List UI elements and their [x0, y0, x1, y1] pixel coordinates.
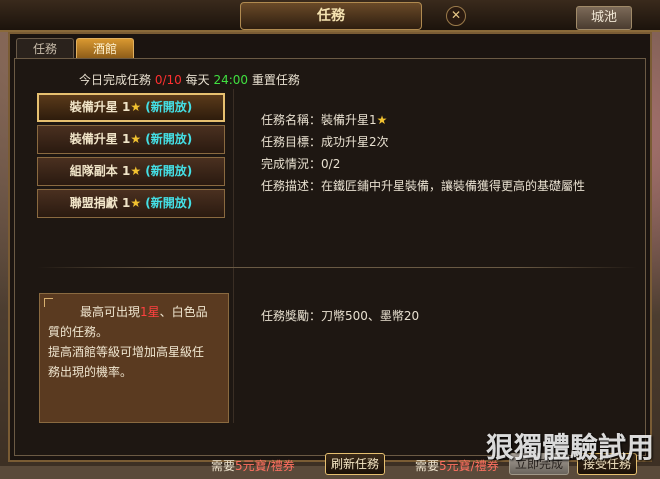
quest-name: 組隊副本	[69, 164, 118, 178]
reward-value: 刀幣500、墨幣20	[321, 309, 420, 323]
quest-new-tag: (新開放)	[145, 100, 193, 114]
detail-name-label: 任務名稱：	[261, 113, 322, 127]
detail-name-row: 任務名稱：裝備升星1★	[261, 109, 585, 131]
detail-goal-value: 成功升星2次	[321, 135, 389, 149]
daily-every-day: 每天	[185, 73, 210, 87]
quest-details: 任務名稱：裝備升星1★ 任務目標：成功升星2次 完成情況：0/2 任務描述：在鐵…	[261, 109, 585, 197]
horizontal-divider	[37, 267, 637, 268]
daily-reset-label: 重置任務	[251, 73, 300, 87]
detail-progress-label: 完成情況：	[261, 157, 322, 171]
detail-progress-value: 0/2	[321, 157, 341, 171]
tavern-hint-box: 最高可出現1星、白色品 質的任務。 提高酒館等級可增加高星級任 務出現的機率。	[39, 293, 229, 423]
daily-reset-time: 24:00	[213, 73, 249, 87]
daily-prefix: 今日完成任務	[79, 73, 152, 87]
detail-desc-label: 任務描述：	[261, 179, 322, 193]
hint-text: 、白色品	[159, 305, 208, 319]
watermark: 狠獨體驗試用	[485, 431, 654, 464]
hint-line-4: 務出現的機率。	[48, 365, 133, 379]
window-title: 任務	[240, 2, 422, 30]
quest-new-tag: (新開放)	[145, 196, 193, 210]
quest-reward: 任務獎勵：刀幣500、墨幣20	[261, 307, 419, 324]
cost-label: 需要	[211, 459, 236, 473]
title-bar: 任務 ✕ 城池	[0, 0, 660, 32]
quest-item[interactable]: 裝備升星 1★ (新開放)	[37, 125, 225, 154]
star-icon: ★	[376, 113, 388, 127]
detail-progress-row: 完成情況：0/2	[261, 153, 585, 175]
star-icon: ★	[130, 100, 142, 114]
quest-panel: 任務 酒館 今日完成任務 0/10 每天 24:00 重置任務 裝備升星 1★ …	[8, 32, 652, 475]
quest-name: 裝備升星	[69, 100, 118, 114]
refresh-quests-button[interactable]: 刷新任務	[325, 453, 385, 475]
detail-desc-value: 在鐵匠鋪中升星裝備，讓裝備獲得更高的基礎屬性	[321, 179, 586, 193]
hint-star-text: 1星	[140, 305, 160, 319]
tab-quests[interactable]: 任務	[16, 38, 74, 59]
quest-item[interactable]: 聯盟捐獻 1★ (新開放)	[37, 189, 225, 218]
quest-name: 聯盟捐獻	[69, 196, 118, 210]
daily-count: 0/10	[154, 73, 182, 87]
quest-item[interactable]: 裝備升星 1★ (新開放)	[37, 93, 225, 122]
star-icon: ★	[130, 132, 142, 146]
hint-line-2: 質的任務。	[48, 325, 109, 339]
quest-new-tag: (新開放)	[145, 132, 193, 146]
quest-name: 裝備升星	[69, 132, 118, 146]
hint-line-3: 提高酒館等級可增加高星級任	[48, 345, 205, 359]
detail-desc-row: 任務描述：在鐵匠鋪中升星裝備，讓裝備獲得更高的基礎屬性	[261, 175, 585, 197]
tavern-content: 今日完成任務 0/10 每天 24:00 重置任務 裝備升星 1★ (新開放) …	[14, 58, 646, 475]
detail-goal-label: 任務目標：	[261, 135, 322, 149]
city-button[interactable]: 城池	[576, 6, 632, 30]
star-icon: ★	[130, 164, 142, 178]
quest-new-tag: (新開放)	[145, 164, 193, 178]
vertical-divider	[233, 89, 234, 423]
hint-text: 最高可出現	[80, 305, 141, 319]
close-icon[interactable]: ✕	[446, 6, 466, 26]
daily-status: 今日完成任務 0/10 每天 24:00 重置任務	[79, 71, 300, 88]
star-icon: ★	[130, 196, 142, 210]
quest-item[interactable]: 組隊副本 1★ (新開放)	[37, 157, 225, 186]
cost-label: 需要	[415, 459, 440, 473]
tab-tavern[interactable]: 酒館	[76, 38, 134, 59]
detail-goal-row: 任務目標：成功升星2次	[261, 131, 585, 153]
reward-label: 任務獎勵：	[261, 309, 322, 323]
quest-list: 裝備升星 1★ (新開放) 裝備升星 1★ (新開放) 組隊副本 1★ (新開放…	[37, 93, 225, 221]
hint-line-1: 最高可出現1星、白色品	[48, 302, 220, 322]
detail-name-value: 裝備升星1	[321, 113, 377, 127]
cost-value: 5元寶/禮券	[235, 459, 295, 473]
tab-bar: 任務 酒館	[16, 38, 134, 60]
corner-ornament	[44, 298, 53, 307]
